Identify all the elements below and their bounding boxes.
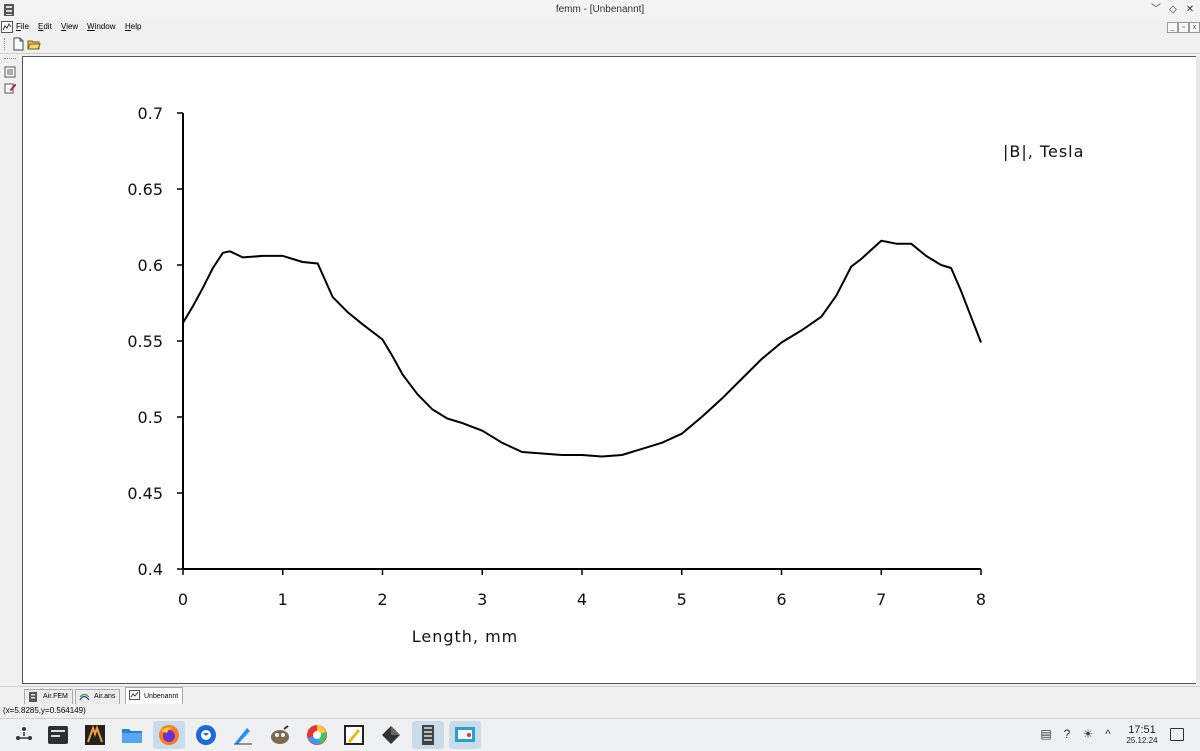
open-folder-icon[interactable] <box>27 37 41 51</box>
new-document-icon[interactable] <box>11 37 25 51</box>
menu-window[interactable]: Window <box>87 22 115 31</box>
menu-edit[interactable]: Edit <box>38 22 52 31</box>
color-wheel-icon <box>307 725 327 745</box>
maximize-button[interactable]: ◇ <box>1165 2 1181 18</box>
menu-help[interactable]: Help <box>125 22 141 31</box>
taskbar-file-manager[interactable] <box>116 721 148 749</box>
tab-label: Air.FEM <box>43 693 68 700</box>
firefox-icon <box>159 725 179 745</box>
system-clock[interactable]: 17:51 25.12.24 <box>1120 724 1164 746</box>
launcher-icon <box>16 727 32 740</box>
plot-icon <box>129 690 140 700</box>
y-tick-label: 0.45 <box>127 484 163 503</box>
menu-file[interactable]: File <box>16 22 29 31</box>
tab-air-ans[interactable]: Air.ans <box>75 689 121 705</box>
series-label: |B|, Tesla <box>1003 142 1084 161</box>
y-tick-label: 0.5 <box>138 408 163 427</box>
menu-bar: File Edit View Window Help _ ▫ x <box>0 20 1200 35</box>
x-tick-label: 6 <box>776 590 786 609</box>
x-axis-ticks: 0 1 2 3 4 5 6 7 8 <box>178 569 986 609</box>
toolbar-grip[interactable] <box>4 38 7 50</box>
edit-plot-icon[interactable] <box>4 82 16 94</box>
x-tick-label: 0 <box>178 590 188 609</box>
x-tick-label: 2 <box>377 590 387 609</box>
femm-icon <box>422 725 434 745</box>
mdi-close-button[interactable]: x <box>1189 22 1200 33</box>
y-tick-label: 0.65 <box>127 180 163 199</box>
status-bar: (x=5.8285,y=0.564149) <box>0 704 1200 718</box>
taskbar-femm[interactable] <box>412 721 444 749</box>
taskbar-thunderbird[interactable] <box>190 721 222 749</box>
brightness-icon[interactable]: ☀ <box>1081 727 1095 741</box>
thunderbird-icon <box>196 725 216 745</box>
x-tick-label: 7 <box>876 590 886 609</box>
solution-icon <box>79 693 90 701</box>
show-desktop-button[interactable] <box>1170 728 1184 741</box>
help-icon[interactable]: ? <box>1060 727 1074 741</box>
x-tick-label: 4 <box>577 590 587 609</box>
plot-document-icon[interactable] <box>1 21 13 33</box>
vertical-scrollbar[interactable] <box>1196 56 1200 684</box>
y-axis-ticks: 0.4 0.45 0.5 0.55 0.6 0.65 0.7 <box>127 104 183 579</box>
clock-time: 17:51 <box>1128 724 1156 736</box>
cube-icon <box>382 726 400 744</box>
window-titlebar: femm - [Unbenannt] ﹀ ◇ ✕ <box>0 0 1200 21</box>
taskbar-terminal-app[interactable] <box>79 721 111 749</box>
x-tick-label: 5 <box>677 590 687 609</box>
x-tick-label: 1 <box>278 590 288 609</box>
y-tick-label: 0.4 <box>138 560 163 579</box>
x-tick-label: 8 <box>976 590 986 609</box>
taskbar-firefox[interactable] <box>153 721 185 749</box>
tab-unbenannt[interactable]: Unbenannt <box>125 687 184 705</box>
document-tabs: Air.FEM Air.ans Unbenannt <box>0 686 1200 705</box>
close-button[interactable]: ✕ <box>1182 2 1198 18</box>
dashboard-icon <box>48 726 68 744</box>
plot-window: 0.4 0.45 0.5 0.55 0.6 0.65 0.7 0 1 2 3 4 5 6 7 8 Lengt… <box>22 56 1198 684</box>
taskbar-gimp[interactable] <box>264 721 296 749</box>
terminal-app-icon <box>85 724 105 745</box>
x-tick-label: 3 <box>477 590 487 609</box>
chevron-up-icon[interactable]: ^ <box>1101 727 1115 741</box>
y-tick-label: 0.7 <box>138 104 163 123</box>
plot-settings-icon[interactable] <box>4 66 16 78</box>
taskbar: ▤ ? ☀ ^ 17:51 25.12.24 <box>0 718 1200 751</box>
mdi-restore-button[interactable]: ▫ <box>1178 22 1189 33</box>
clipboard-icon[interactable]: ▤ <box>1039 727 1053 741</box>
clock-date: 25.12.24 <box>1126 736 1158 745</box>
left-toolbar <box>0 54 20 686</box>
main-toolbar <box>0 35 1200 54</box>
y-tick-label: 0.6 <box>138 256 163 275</box>
series-line-b-magnitude <box>182 239 982 458</box>
tab-label: Unbenannt <box>144 693 179 700</box>
mdi-minimize-button[interactable]: _ <box>1167 22 1178 33</box>
gimp-icon <box>271 725 289 744</box>
minimize-button[interactable]: ﹀ <box>1148 2 1164 18</box>
x-axis-title: Length, mm <box>412 627 519 646</box>
taskbar-screenshot-tool[interactable] <box>449 721 481 749</box>
folder-icon <box>122 729 142 743</box>
tab-label: Air.ans <box>94 693 116 700</box>
tab-air-fem[interactable]: Air.FEM <box>24 689 73 705</box>
taskbar-3d-app[interactable] <box>375 721 407 749</box>
menu-view[interactable]: View <box>61 22 78 31</box>
app-launcher-button[interactable] <box>8 721 40 749</box>
taskbar-color-picker[interactable] <box>301 721 333 749</box>
drawing-icon <box>344 725 364 745</box>
b-field-line-chart: 0.4 0.45 0.5 0.55 0.6 0.65 0.7 0 1 2 3 4 5 6 7 8 Lengt… <box>127 104 1084 646</box>
window-title: femm - [Unbenannt] <box>555 4 645 15</box>
femm-doc-icon <box>29 692 37 702</box>
screenshot-icon <box>455 727 475 742</box>
taskbar-dashboard[interactable] <box>42 721 74 749</box>
taskbar-inkscape[interactable] <box>227 721 259 749</box>
left-toolbar-grip[interactable] <box>4 58 16 61</box>
y-tick-label: 0.55 <box>127 332 163 351</box>
cursor-coordinates: (x=5.8285,y=0.564149) <box>3 706 86 715</box>
taskbar-drawing-app[interactable] <box>338 721 370 749</box>
pen-tool-icon <box>234 728 252 745</box>
